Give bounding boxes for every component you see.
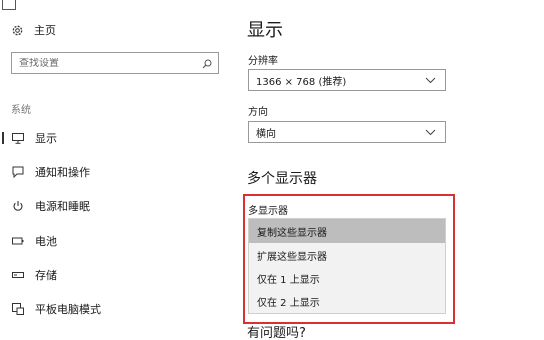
search-input[interactable]: [19, 57, 179, 69]
monitor-icon: [11, 131, 25, 145]
help-heading: 有问题吗?: [247, 326, 306, 340]
gear-icon: [10, 23, 24, 37]
sidebar-item-display[interactable]: 显示: [0, 127, 220, 149]
sidebar-item-power[interactable]: 电源和睡眠: [0, 195, 220, 217]
option-show-only-2[interactable]: 仅在 2 上显示: [249, 289, 445, 313]
settings-search[interactable]: [11, 52, 219, 74]
multi-display-label: 多显示器: [248, 206, 288, 217]
option-duplicate[interactable]: 复制这些显示器: [249, 219, 445, 243]
home-label: 主页: [34, 24, 56, 37]
sidebar-item-battery[interactable]: 电池: [0, 230, 220, 252]
storage-icon: [11, 268, 25, 282]
sidebar-item-notifications[interactable]: 通知和操作: [0, 161, 220, 183]
settings-window: 主页 系统 显示: [0, 0, 544, 340]
sidebar-item-label: 平板电脑模式: [35, 303, 101, 316]
option-show-only-1[interactable]: 仅在 1 上显示: [249, 266, 445, 290]
option-extend[interactable]: 扩展这些显示器: [249, 243, 445, 267]
notification-icon: [11, 165, 25, 179]
battery-icon: [11, 234, 25, 248]
sidebar-item-label: 电池: [35, 235, 57, 248]
resolution-label: 分辨率: [248, 56, 278, 67]
sidebar-item-label: 通知和操作: [35, 166, 90, 179]
sidebar: 主页 系统 显示: [0, 0, 230, 340]
orientation-value: 横向: [256, 128, 276, 140]
sidebar-item-label: 电源和睡眠: [35, 200, 90, 213]
resolution-value: 1366 × 768 (推荐): [256, 76, 347, 88]
section-label-system: 系统: [11, 105, 31, 116]
chevron-down-icon: [425, 128, 437, 136]
sidebar-item-storage[interactable]: 存储: [0, 264, 220, 286]
sidebar-item-label: 显示: [35, 132, 57, 145]
multi-display-dropdown[interactable]: 复制这些显示器 扩展这些显示器 仅在 1 上显示 仅在 2 上显示: [248, 218, 446, 314]
resolution-select[interactable]: 1366 × 768 (推荐): [248, 69, 446, 91]
power-icon: [11, 199, 25, 213]
sidebar-item-tablet-mode[interactable]: 平板电脑模式: [0, 298, 220, 320]
page-title: 显示: [247, 20, 283, 41]
orientation-select[interactable]: 横向: [248, 121, 446, 143]
chevron-down-icon: [425, 76, 437, 84]
active-indicator: [2, 132, 4, 144]
multi-display-heading: 多个显示器: [247, 171, 317, 187]
orientation-label: 方向: [248, 107, 268, 118]
home-link[interactable]: 主页: [10, 20, 56, 40]
sidebar-item-label: 存储: [35, 269, 57, 282]
tablet-mode-icon: [11, 302, 25, 316]
search-icon[interactable]: [202, 54, 212, 73]
